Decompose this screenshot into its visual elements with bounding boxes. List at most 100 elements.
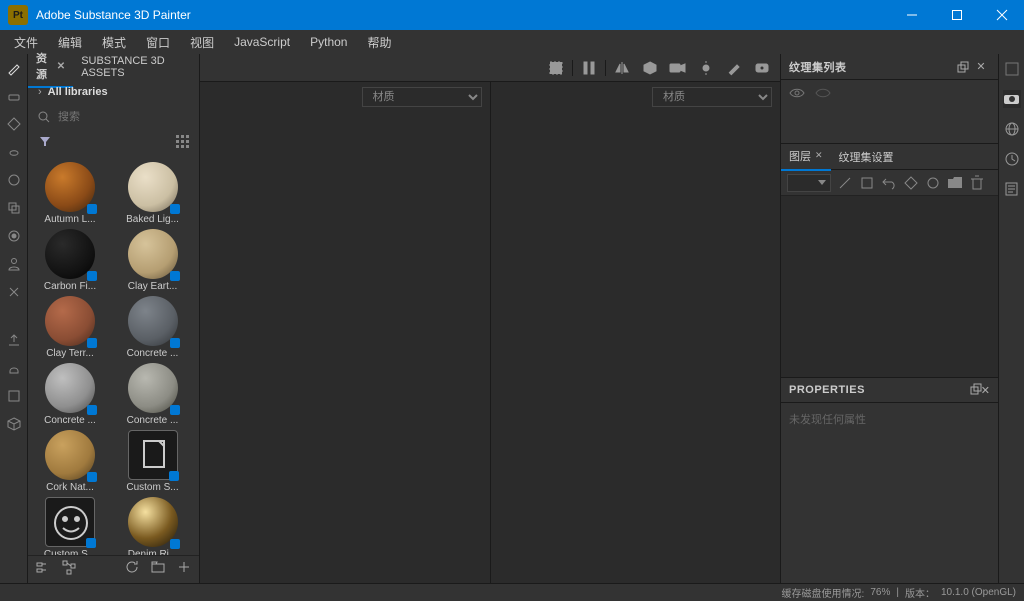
mixer-tool-icon[interactable]: [6, 284, 22, 300]
asset-badge-icon: [170, 271, 180, 281]
menu-javascript[interactable]: JavaScript: [224, 33, 300, 51]
close-icon[interactable]: ✕: [57, 61, 65, 72]
asset-thumb: [128, 296, 178, 346]
libraries-selector[interactable]: › All libraries: [28, 80, 199, 104]
menu-view[interactable]: 视图: [180, 32, 224, 53]
disk-usage-label: 缓存磁盘使用情况:: [782, 585, 865, 600]
export-icon[interactable]: [6, 332, 22, 348]
properties-body: 未发现任何属性: [781, 403, 998, 583]
projection-tool-icon[interactable]: [6, 116, 22, 132]
eraser-tool-icon[interactable]: [6, 88, 22, 104]
title-bar: Pt Adobe Substance 3D Painter: [0, 0, 1024, 30]
asset-item[interactable]: Denim Ri...: [117, 497, 189, 555]
filter-icon[interactable]: [38, 134, 52, 153]
add-icon[interactable]: [177, 560, 191, 579]
rb-log-icon[interactable]: [1003, 180, 1021, 198]
viewport-mode-select-2d[interactable]: 材质: [652, 87, 772, 107]
menu-mode[interactable]: 模式: [92, 32, 136, 53]
tab-layers[interactable]: 图层✕: [781, 143, 831, 171]
asset-thumb: [45, 430, 95, 480]
asset-item[interactable]: Clay Eart...: [117, 229, 189, 292]
close-icon[interactable]: ✕: [972, 60, 990, 73]
cube-tool-icon[interactable]: [6, 416, 22, 432]
cube-view-icon[interactable]: [638, 58, 662, 78]
undock-icon[interactable]: [971, 384, 981, 397]
settings-panel-icon[interactable]: [6, 388, 22, 404]
asset-item[interactable]: Custom S...: [34, 497, 106, 555]
undo-icon[interactable]: [881, 175, 897, 191]
eye-off-icon[interactable]: [815, 86, 831, 104]
person-tool-icon[interactable]: [6, 256, 22, 272]
new-folder-icon[interactable]: [151, 560, 165, 579]
pause-icon[interactable]: [577, 58, 601, 78]
viewport-3d[interactable]: 材质: [200, 82, 491, 583]
blend-mode-select[interactable]: [787, 174, 831, 192]
add-mask-icon[interactable]: [859, 175, 875, 191]
assets-grid: Autumn L... Baked Lig... Carbon Fi...Clay …: [28, 156, 199, 555]
hierarchy-icon[interactable]: [62, 560, 76, 579]
add-effect-icon[interactable]: [837, 175, 853, 191]
smudge-tool-icon[interactable]: [6, 172, 22, 188]
asset-item[interactable]: Cork Nat...: [34, 430, 106, 493]
clone-tool-icon[interactable]: [6, 200, 22, 216]
asset-name: Concrete ...: [117, 415, 189, 426]
viewport-2d[interactable]: 材质: [491, 82, 781, 583]
asset-item[interactable]: Baked Lig...: [117, 162, 189, 225]
viewport-mode-select-3d[interactable]: 材质: [362, 87, 482, 107]
maximize-button[interactable]: [934, 0, 979, 30]
bake-icon[interactable]: [6, 360, 22, 376]
status-bar: 缓存磁盘使用情况: 76% | 版本： 10.1.0 (OpenGL): [0, 583, 1024, 601]
material-picker-icon[interactable]: [6, 228, 22, 244]
path-mode-icon[interactable]: [36, 560, 50, 579]
tab-texture-set-settings[interactable]: 纹理集设置: [831, 144, 902, 170]
menu-python[interactable]: Python: [300, 33, 357, 51]
brush-tool-icon[interactable]: [6, 60, 22, 76]
layers-body: [781, 196, 998, 377]
minimize-button[interactable]: [889, 0, 934, 30]
eye-icon[interactable]: [789, 86, 805, 104]
close-icon[interactable]: ✕: [981, 384, 990, 397]
rb-globe-icon[interactable]: [1003, 120, 1021, 138]
paint-mode-icon[interactable]: [722, 58, 746, 78]
version-value: 10.1.0 (OpenGL): [941, 587, 1016, 598]
asset-badge-icon: [170, 338, 180, 348]
asset-item[interactable]: Concrete ...: [117, 363, 189, 426]
asset-item[interactable]: Autumn L...: [34, 162, 106, 225]
asset-item[interactable]: Clay Terr...: [34, 296, 106, 359]
right-panels: 纹理集列表 ✕ 图层✕ 纹理集设置 PROPERTIES ✕ 未: [780, 54, 998, 583]
refresh-icon[interactable]: [125, 560, 139, 579]
grid-view-icon[interactable]: [175, 134, 189, 153]
rb-grid-icon[interactable]: [1003, 60, 1021, 78]
search-input[interactable]: [58, 111, 200, 123]
symmetry-icon[interactable]: [610, 58, 634, 78]
asset-item[interactable]: Concrete ...: [34, 363, 106, 426]
asset-item[interactable]: Carbon Fi...: [34, 229, 106, 292]
menu-window[interactable]: 窗口: [136, 32, 180, 53]
add-fill-layer-icon[interactable]: [903, 175, 919, 191]
close-icon[interactable]: ✕: [815, 150, 823, 161]
folder-icon[interactable]: [947, 175, 963, 191]
asset-badge-icon: [87, 405, 97, 415]
tab-substance-3d-assets[interactable]: SUBSTANCE 3D ASSETS: [73, 51, 199, 83]
rb-history-icon[interactable]: [1003, 150, 1021, 168]
close-button[interactable]: [979, 0, 1024, 30]
grid-toggle-icon[interactable]: [544, 58, 568, 78]
rb-camera-icon[interactable]: [1003, 90, 1021, 108]
fill-tool-icon[interactable]: [6, 144, 22, 160]
layers-tabs: 图层✕ 纹理集设置: [781, 144, 998, 170]
light-icon[interactable]: [694, 58, 718, 78]
layers-toolbar: [781, 170, 998, 196]
menu-help[interactable]: 帮助: [357, 32, 401, 53]
asset-thumb: [128, 430, 178, 480]
render-icon[interactable]: [750, 58, 774, 78]
delete-icon[interactable]: [969, 175, 985, 191]
add-layer-icon[interactable]: [925, 175, 941, 191]
asset-name: Baked Lig...: [117, 214, 189, 225]
asset-name: Concrete ...: [117, 348, 189, 359]
undock-icon[interactable]: [954, 62, 972, 72]
asset-item[interactable]: Custom S...: [117, 430, 189, 493]
camera-icon[interactable]: [666, 58, 690, 78]
asset-item[interactable]: Concrete ...: [117, 296, 189, 359]
asset-name: Cork Nat...: [34, 482, 106, 493]
version-label: 版本：: [905, 585, 935, 600]
